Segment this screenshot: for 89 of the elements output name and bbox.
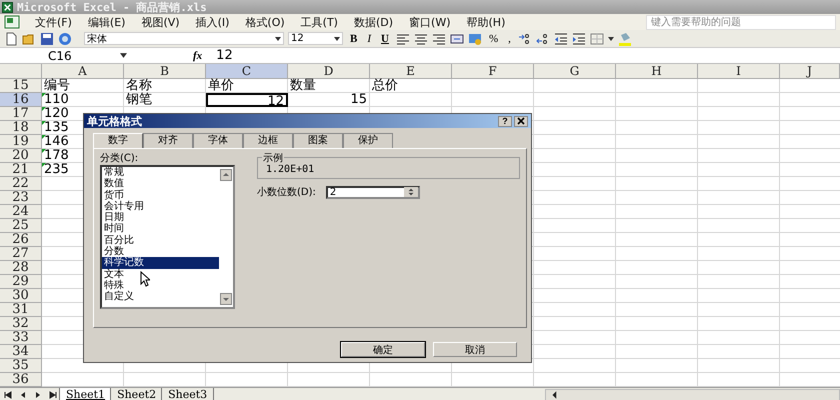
underline-button[interactable]: U [378, 31, 392, 46]
menu-item[interactable]: 文件(F) [28, 14, 81, 30]
comma-button[interactable]: , [505, 31, 514, 46]
row-header[interactable]: 23 [0, 191, 42, 205]
row-header[interactable]: 33 [0, 331, 42, 345]
menu-item[interactable]: 视图(V) [134, 14, 189, 30]
list-item[interactable]: 文本 [102, 268, 219, 280]
row-header[interactable]: 35 [0, 359, 42, 373]
menu-item[interactable]: 数据(D) [346, 14, 402, 30]
table-cell: 110 [42, 93, 124, 107]
row-header[interactable]: 17 [0, 107, 42, 121]
decimal-places-label: 小数位数(D): [257, 186, 316, 199]
row-header[interactable]: 15 [0, 79, 42, 93]
column-header[interactable]: E [370, 64, 452, 79]
font-size-dropdown[interactable]: 12 [288, 32, 343, 45]
function-button[interactable]: fx [193, 50, 202, 62]
table-cell: 编号 [42, 79, 124, 93]
dialog-button[interactable]: 确定 [341, 342, 425, 357]
table-cell: 12 [206, 93, 288, 107]
row-header[interactable]: 19 [0, 135, 42, 149]
column-header[interactable]: B [124, 64, 206, 79]
window-title: Microsoft Excel - 商品营销.xls [17, 0, 207, 14]
table-cell: 15 [288, 93, 370, 107]
row-header[interactable]: 34 [0, 345, 42, 359]
column-header[interactable]: J [780, 64, 840, 79]
percent-button[interactable]: % [486, 31, 502, 46]
column-header[interactable]: H [616, 64, 698, 79]
list-item[interactable]: 分数 [102, 246, 219, 258]
menu-item[interactable]: 插入(I) [188, 14, 238, 30]
row-header[interactable]: 22 [0, 177, 42, 191]
menu-item[interactable]: 工具(T) [294, 14, 347, 30]
menu-item[interactable]: 格式(O) [238, 14, 294, 30]
row-header[interactable]: 18 [0, 121, 42, 135]
dialog-tab[interactable]: 边框 [243, 133, 293, 148]
table-cell: 名称 [124, 79, 206, 93]
name-box[interactable]: C16 [0, 48, 110, 62]
row-header[interactable]: 31 [0, 303, 42, 317]
row-header[interactable]: 29 [0, 275, 42, 289]
row-header[interactable]: 25 [0, 219, 42, 233]
dialog-tab[interactable]: 图案 [293, 133, 343, 148]
help-button[interactable]: ? [498, 116, 512, 126]
dialog-tab[interactable]: 字体 [193, 133, 243, 148]
dialog-button[interactable]: 取消 [433, 342, 517, 357]
category-list[interactable]: 常规 数值 货币 会计专用 日期 时间 百分比 分数 科学记数 文本 特殊 自定义 [100, 165, 235, 309]
column-header[interactable]: A [42, 64, 124, 79]
decimal-places-spinner[interactable]: 2 [326, 186, 420, 198]
column-header[interactable]: I [698, 64, 780, 79]
list-item[interactable]: 货币 [102, 190, 219, 201]
sheet-tab[interactable]: Sheet1 [59, 388, 112, 400]
row-header[interactable]: 36 [0, 373, 42, 387]
row-header[interactable]: 16 [0, 93, 42, 107]
list-item[interactable]: 百分比 [102, 234, 219, 246]
menu-item[interactable]: 窗口(W) [402, 14, 460, 30]
sheet-tab[interactable]: Sheet3 [161, 388, 214, 400]
row-header[interactable]: 28 [0, 261, 42, 275]
font-dropdown[interactable]: 宋体 [84, 32, 284, 45]
row-header[interactable]: 30 [0, 289, 42, 303]
list-item[interactable]: 数值 [102, 178, 219, 190]
dialog-tab[interactable]: 数字 [93, 133, 143, 148]
row-header[interactable]: 21 [0, 163, 42, 177]
table-cell: 单价 [206, 79, 288, 93]
column-header[interactable]: D [288, 64, 370, 79]
row-header[interactable]: 32 [0, 317, 42, 331]
column-header[interactable]: G [534, 64, 616, 79]
menu-item[interactable]: 编辑(E) [80, 14, 134, 30]
table-cell: 钢笔 [124, 93, 206, 107]
row-header[interactable]: 20 [0, 149, 42, 163]
list-item[interactable]: 日期 [102, 212, 219, 224]
column-header[interactable]: F [452, 64, 534, 79]
row-header[interactable]: 24 [0, 205, 42, 219]
formula-field[interactable]: 12 [216, 48, 233, 63]
table-cell: 数量 [288, 79, 370, 93]
menu-item[interactable]: 帮助(H) [460, 14, 514, 30]
list-item[interactable]: 时间 [102, 223, 219, 235]
table-cell: 总价 [370, 79, 452, 93]
sample-value: 1.20E+01 [266, 164, 316, 175]
row-header[interactable]: 26 [0, 233, 42, 247]
dialog-tab[interactable]: 保护 [343, 133, 393, 148]
help-search-field[interactable]: 键入需要帮助的问题 [646, 14, 836, 30]
group-label: 示例 [262, 151, 284, 165]
column-header[interactable]: C [206, 64, 288, 79]
dialog-tab[interactable]: 对齐 [143, 133, 193, 148]
list-item[interactable]: 科学记数 [102, 257, 219, 269]
row-header[interactable]: 27 [0, 247, 42, 261]
italic-button[interactable]: I [364, 31, 374, 46]
bold-button[interactable]: B [347, 31, 360, 46]
list-item[interactable]: 自定义 [102, 291, 219, 303]
list-item[interactable]: 会计专用 [102, 200, 219, 212]
list-item[interactable]: 特殊 [102, 280, 219, 292]
